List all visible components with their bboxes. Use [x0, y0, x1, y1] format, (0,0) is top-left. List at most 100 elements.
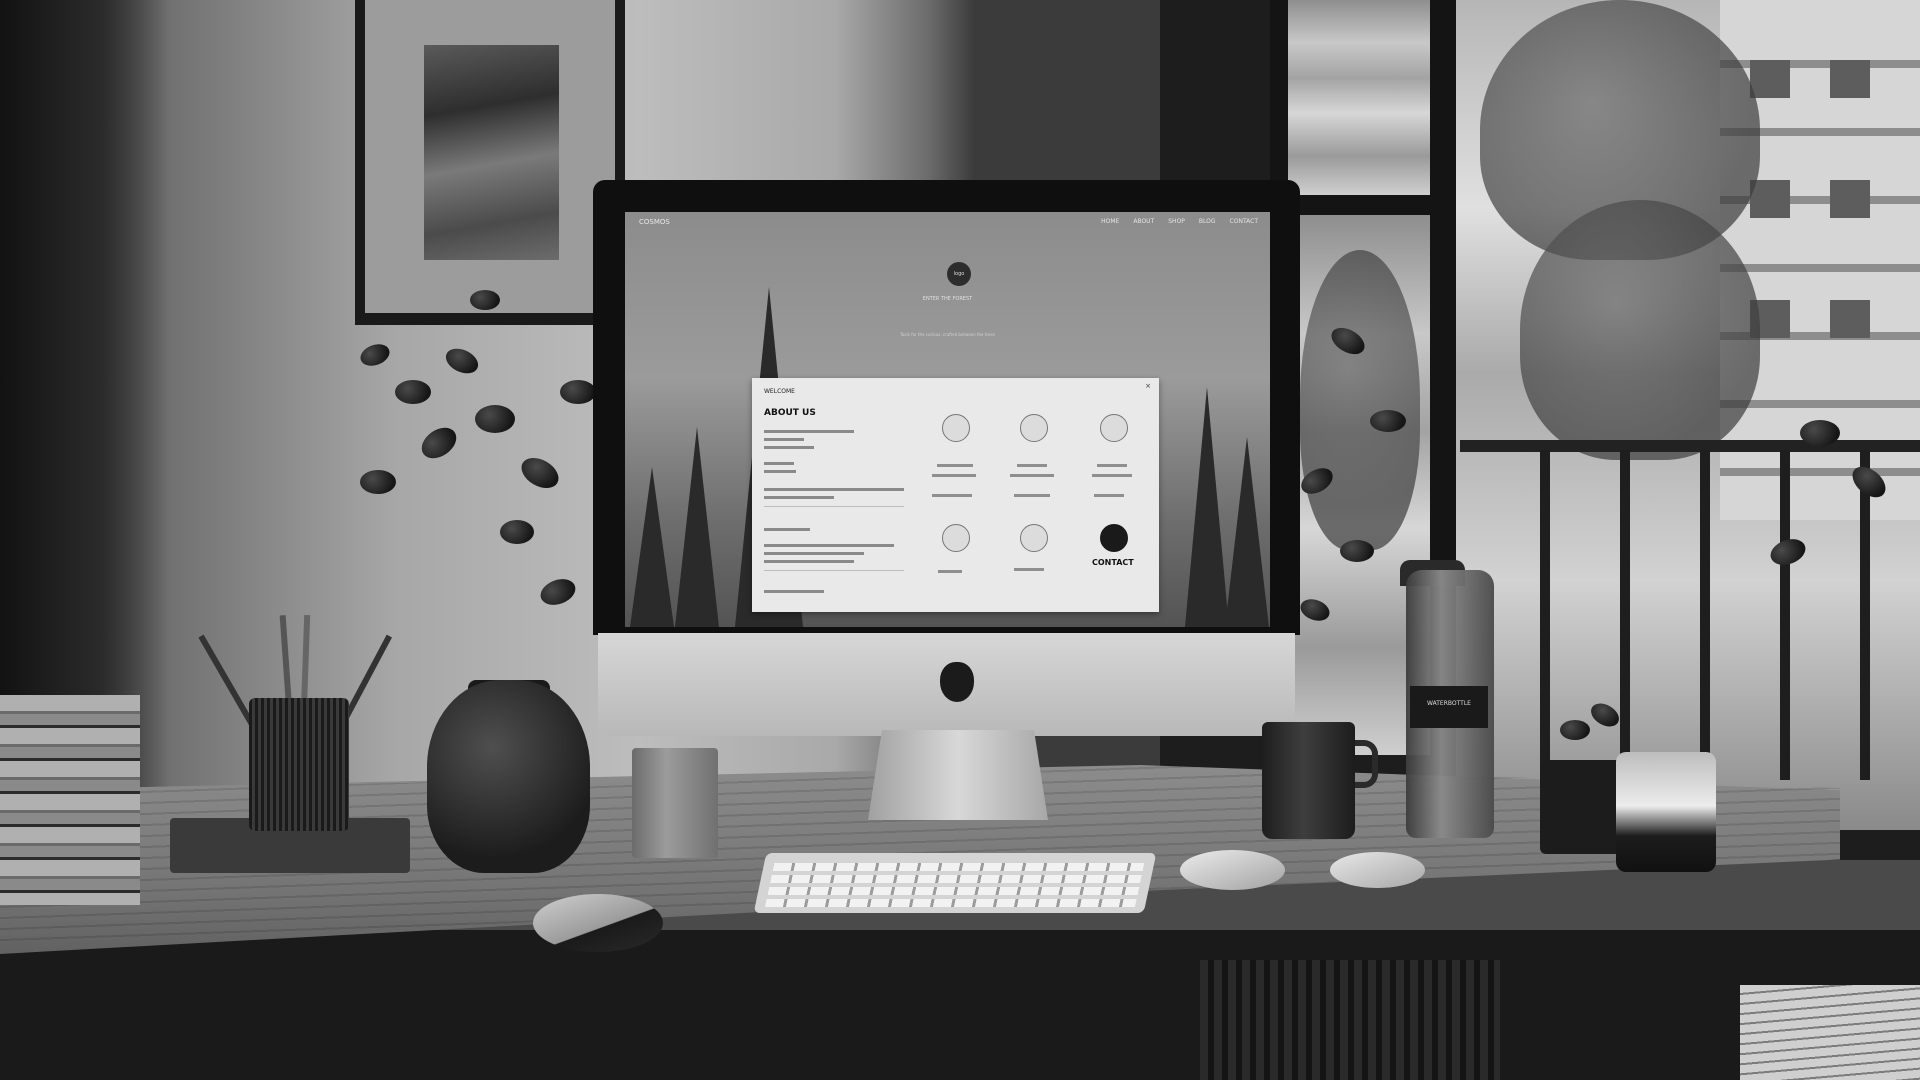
site-modal: × WELCOME ABOUT US CONTACT — [752, 378, 1159, 612]
card-caption-line — [1010, 474, 1054, 477]
modal-text-line — [764, 430, 854, 433]
plant-leaf — [500, 520, 534, 544]
card-caption-line — [1017, 464, 1047, 467]
card-caption-line — [1014, 494, 1050, 497]
building-window — [1830, 180, 1870, 218]
railing-bar — [1700, 450, 1710, 780]
modal-title: ABOUT US — [764, 408, 816, 418]
plant-leaf — [1560, 720, 1590, 740]
plant-leaf — [560, 380, 596, 404]
monitor-stand — [868, 730, 1048, 820]
site-nav: HOME ABOUT SHOP BLOG CONTACT — [1101, 218, 1258, 225]
plant-leaf — [395, 380, 431, 404]
plant-leaf — [475, 405, 515, 433]
bottle-label-text: WATERBOTTLE — [1427, 700, 1471, 707]
desk-workspace-scene: COSMOS HOME ABOUT SHOP BLOG CONTACT logo… — [0, 0, 1920, 1080]
card-caption-line — [1092, 474, 1132, 477]
ceramic-vase — [427, 680, 590, 873]
bottle-label: WATERBOTTLE — [1410, 686, 1488, 728]
site-tagline: ENTER THE FOREST — [922, 296, 973, 302]
card-caption-line — [1094, 494, 1124, 497]
modal-divider — [764, 570, 904, 571]
modal-text-line — [764, 528, 810, 531]
modal-text-line — [764, 488, 904, 491]
wreath-icon[interactable] — [1020, 524, 1048, 552]
modal-divider — [764, 506, 904, 507]
mandala-icon[interactable] — [942, 414, 970, 442]
site-emblem: logo — [947, 262, 971, 286]
site-nav-item[interactable]: HOME — [1101, 218, 1119, 225]
outdoor-tree-canopy — [1520, 200, 1760, 460]
railing-bar — [1540, 450, 1550, 780]
building-window — [1830, 300, 1870, 338]
framed-artwork — [424, 45, 559, 260]
card-caption-line — [937, 464, 973, 467]
site-nav-item[interactable]: CONTACT — [1230, 218, 1258, 225]
forest-tree — [675, 427, 719, 627]
card-caption-line — [932, 474, 976, 477]
keyboard-key-row — [764, 899, 1137, 907]
balcony-railing — [1460, 440, 1920, 452]
railing-bar — [1780, 450, 1790, 780]
plant-leaf — [360, 470, 396, 494]
wooden-cup — [632, 748, 718, 858]
modal-text-line — [764, 470, 796, 473]
trackpad-mouse[interactable] — [1330, 852, 1425, 888]
keyboard-key-row — [767, 887, 1140, 895]
forest-tree — [630, 467, 674, 627]
eagle-crest-icon[interactable] — [1020, 414, 1048, 442]
mesh-pencil-cup — [249, 698, 349, 831]
contact-badge-icon[interactable] — [1100, 524, 1128, 552]
forest-tree — [1185, 387, 1229, 627]
site-nav-item[interactable]: ABOUT — [1133, 218, 1154, 225]
book-stack — [0, 695, 140, 905]
building-window — [1750, 180, 1790, 218]
modal-heading: WELCOME — [764, 388, 795, 395]
plant-leaf — [1800, 420, 1840, 446]
plant-leaf — [1340, 540, 1374, 562]
card-caption-line — [1014, 568, 1044, 571]
bird-icon[interactable] — [1100, 414, 1128, 442]
plant-leaf — [1370, 410, 1406, 432]
paper-stack — [1740, 985, 1920, 1080]
modal-text-line — [764, 438, 804, 441]
apple-logo-icon — [940, 662, 974, 702]
outdoor-tree-canopy — [1300, 250, 1420, 550]
site-strapline: Tools for the curious, crafted between t… — [900, 332, 995, 337]
modal-text-line — [764, 560, 854, 563]
window-transom — [1288, 195, 1430, 215]
modal-close-icon[interactable]: × — [1145, 382, 1151, 390]
modal-text-line — [764, 552, 864, 555]
card-caption-line — [938, 570, 962, 573]
coffee-mug — [1262, 722, 1355, 839]
plant-leaf — [470, 290, 500, 310]
mouse[interactable] — [1180, 850, 1285, 890]
forest-tree — [1225, 437, 1269, 627]
monitor-screen: COSMOS HOME ABOUT SHOP BLOG CONTACT logo… — [625, 212, 1270, 627]
site-logo[interactable]: COSMOS — [639, 218, 670, 226]
under-desk-shadow — [0, 930, 1920, 1080]
modal-text-line — [764, 544, 894, 547]
mouse[interactable] — [533, 894, 663, 952]
window-pane-upper — [1288, 0, 1430, 195]
site-nav-item[interactable]: BLOG — [1199, 218, 1216, 225]
card-caption-line — [932, 494, 972, 497]
building-window — [1750, 60, 1790, 98]
radiator — [1200, 960, 1500, 1080]
flower-icon[interactable] — [942, 524, 970, 552]
card-caption-line — [1097, 464, 1127, 467]
building-window — [1830, 60, 1870, 98]
railing-bar — [1860, 450, 1870, 780]
modal-text-line — [764, 446, 814, 449]
modal-text-line — [764, 590, 824, 593]
keyboard[interactable] — [753, 853, 1157, 913]
card-word: CONTACT — [1092, 558, 1134, 567]
keyboard-key-row — [772, 863, 1145, 871]
modal-text-line — [764, 496, 834, 499]
site-nav-item[interactable]: SHOP — [1168, 218, 1185, 225]
keyboard-key-row — [770, 875, 1142, 883]
glass-jar — [1616, 752, 1716, 872]
modal-text-line — [764, 462, 794, 465]
small-plant-pot — [1540, 760, 1624, 854]
railing-bar — [1620, 450, 1630, 780]
